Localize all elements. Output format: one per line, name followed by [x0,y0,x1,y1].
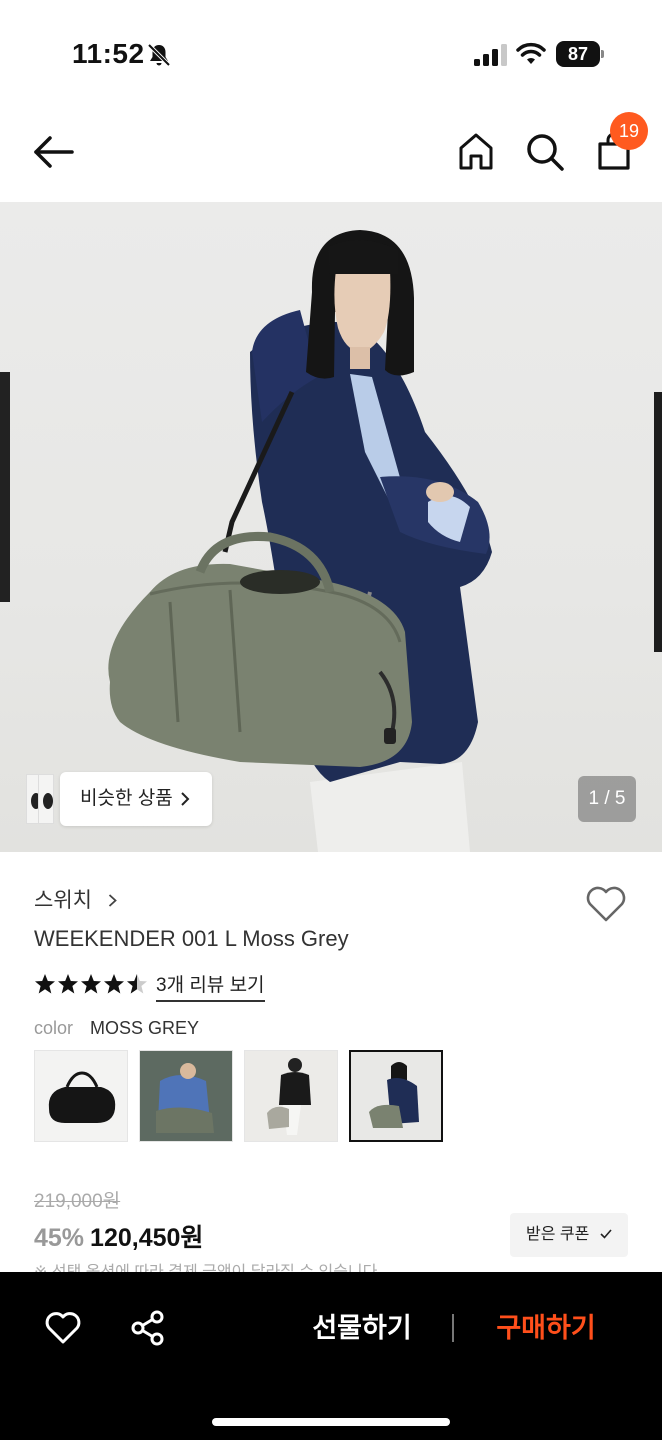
chevron-right-icon [181,792,190,806]
bell-off-icon [147,43,171,67]
similar-products-chip[interactable]: 비슷한 상품 [26,772,212,826]
swatch-3[interactable] [244,1050,338,1142]
wifi-icon [516,42,546,64]
product-image-gallery[interactable]: 비슷한 상품 1 / 5 [0,202,662,852]
gift-button[interactable]: 선물하기 [300,1306,424,1350]
swatch-1[interactable] [34,1050,128,1142]
brand-name: 스위치 [34,889,92,912]
image-page-counter: 1 / 5 [578,776,636,822]
review-link[interactable]: 3개 리뷰 보기 [156,970,265,1002]
color-value: MOSS GREY [90,1018,200,1038]
signal-icon [474,44,507,66]
share-icon[interactable] [130,1310,166,1346]
battery-level: 87 [556,41,600,67]
color-row: color MOSS GREY [34,1018,199,1039]
original-price: 219,000원 [34,1191,121,1212]
divider [452,1314,454,1342]
cart-count-badge: 19 [610,112,648,150]
product-name: WEEKENDER 001 L Moss Grey [34,926,349,951]
status-bar: 11:52 87 [0,0,662,100]
color-label: color [34,1018,74,1038]
product-photo [0,230,662,852]
heart-icon[interactable] [44,1310,82,1346]
price-row: 45% 120,450원 [34,1218,203,1254]
battery-icon: 87 [556,41,604,67]
home-icon[interactable] [456,130,496,174]
swatch-4[interactable] [349,1050,443,1142]
bottom-action-bar: 선물하기 구매하기 [0,1272,662,1440]
wishlist-heart-icon[interactable] [584,884,628,924]
search-icon[interactable] [524,130,566,174]
buy-button[interactable]: 구매하기 [484,1306,608,1350]
chevron-right-icon [108,894,117,907]
brand-link[interactable]: 스위치 [34,884,117,914]
sale-price: 120,450원 [90,1224,204,1252]
similar-products-button[interactable]: 비슷한 상품 [60,772,212,826]
coupon-label: 받은 쿠폰 [526,1226,590,1243]
check-icon [600,1229,612,1239]
app-header [0,100,662,200]
swatch-2[interactable] [139,1050,233,1142]
home-indicator [212,1418,450,1426]
star-rating-icon [35,974,147,994]
back-arrow-icon[interactable] [30,130,76,174]
similar-products-label: 비슷한 상품 [80,788,173,809]
status-time: 11:52 [72,38,145,69]
coupon-button[interactable]: 받은 쿠폰 [510,1213,628,1257]
discount-rate: 45% [34,1224,85,1252]
